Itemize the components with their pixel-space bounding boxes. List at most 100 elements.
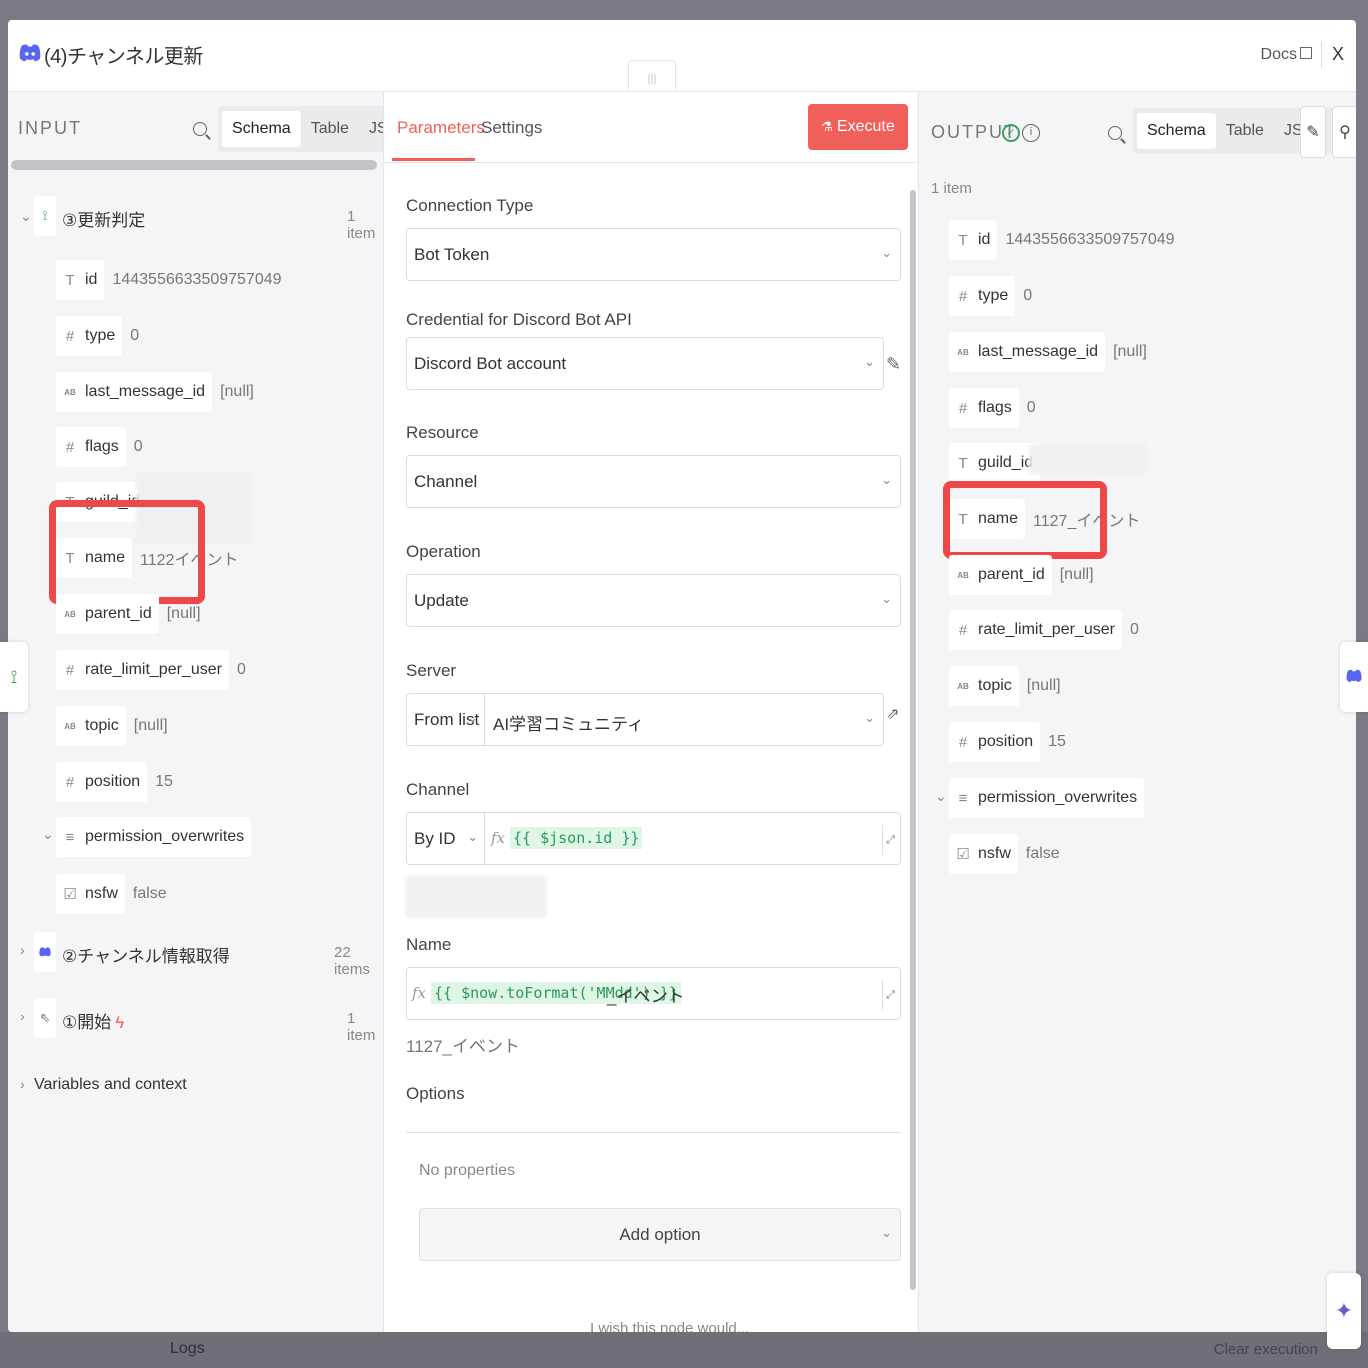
number-type-icon: # <box>65 773 75 791</box>
node-title-1[interactable]: ①開始 ϟ <box>62 1008 124 1033</box>
add-option-button[interactable]: Add option ⌄ <box>419 1208 901 1261</box>
field-pill[interactable]: # flags <box>56 427 126 467</box>
info-icon[interactable]: i <box>1022 124 1040 142</box>
field-pill[interactable]: # position <box>56 762 148 802</box>
field-pill[interactable]: # rate_limit_per_user <box>949 610 1122 650</box>
field-value: 0 <box>133 438 143 455</box>
field-key: guild_id <box>978 454 1034 471</box>
success-check-icon: ✓ <box>1002 124 1020 142</box>
operation-value: Update <box>414 591 469 610</box>
credential-value: Discord Bot account <box>414 354 567 373</box>
search-icon[interactable] <box>1108 126 1122 140</box>
chevron-down-icon[interactable]: ⌄ <box>935 788 947 805</box>
ai-assistant-button[interactable]: ✦ <box>1327 1273 1361 1349</box>
expand-icon[interactable]: ⤢ <box>882 980 898 1010</box>
field-pill[interactable]: AB parent_id <box>56 594 159 634</box>
field-key: last_message_id <box>85 383 206 400</box>
options-divider <box>406 1132 901 1133</box>
execute-step-label: Execute step <box>836 118 895 181</box>
server-mode-select[interactable]: From list ⌄ <box>407 694 485 745</box>
field-key: permission_overwrites <box>978 789 1138 806</box>
channel-mode-select[interactable]: By ID ⌄ <box>407 813 485 864</box>
field-pill[interactable]: AB last_message_id <box>56 372 213 412</box>
operation-select[interactable]: Update ⌄ <box>406 574 901 627</box>
field-value: [null] <box>1113 343 1147 360</box>
chevron-down-icon[interactable]: ⌄ <box>42 826 54 843</box>
schema-row: ≡ permission_overwrites <box>56 817 252 857</box>
field-pill[interactable]: # type <box>56 316 123 356</box>
chevron-right-icon[interactable]: › <box>20 1008 25 1024</box>
field-pill[interactable]: AB topic <box>56 706 126 746</box>
field-pill[interactable]: # flags <box>949 388 1019 428</box>
chevron-right-icon[interactable]: › <box>20 942 25 958</box>
field-value: 1443556633509757049 <box>112 271 282 288</box>
tab-parameters[interactable]: Parameters <box>397 118 485 138</box>
field-pill[interactable]: ☑ nsfw <box>949 834 1018 874</box>
field-pill[interactable]: # type <box>949 276 1016 316</box>
field-pill[interactable]: ☑ nsfw <box>56 874 125 914</box>
input-view-schema[interactable]: Schema <box>222 111 301 147</box>
node-title-2[interactable]: ②チャンネル情報取得 <box>62 942 230 967</box>
edit-output-button[interactable]: ✎ <box>1300 106 1326 158</box>
resource-label: Resource <box>406 423 479 442</box>
number-type-icon: # <box>65 438 75 456</box>
schema-row: # position 15 <box>56 762 173 802</box>
field-pill[interactable]: Tguild_id <box>949 443 1041 483</box>
operation-label: Operation <box>406 542 481 561</box>
field-key: topic <box>85 717 119 734</box>
output-view-schema[interactable]: Schema <box>1137 113 1216 149</box>
edit-credential-icon[interactable]: ✎ <box>886 354 901 375</box>
credential-select[interactable]: Discord Bot account ⌄ <box>406 337 884 390</box>
next-node-tab[interactable] <box>1340 642 1368 712</box>
docs-link[interactable]: Docs <box>1261 46 1312 64</box>
field-pill[interactable]: AB last_message_id <box>949 332 1106 372</box>
field-pill[interactable]: AB topic <box>949 666 1019 706</box>
field-pill[interactable]: Tid <box>56 260 105 300</box>
search-icon[interactable] <box>193 122 207 136</box>
number-type-icon: # <box>958 287 968 305</box>
field-pill[interactable]: # rate_limit_per_user <box>56 650 229 690</box>
node-title-3[interactable]: ③更新判定 <box>62 206 145 231</box>
name-result-preview: 1127_イベント <box>406 1037 521 1056</box>
output-view-table[interactable]: Table <box>1216 113 1274 149</box>
field-value: [null] <box>1059 566 1094 583</box>
open-external-icon[interactable]: ⇗ <box>886 704 899 724</box>
horizontal-scrollbar[interactable] <box>11 160 377 170</box>
field-key: rate_limit_per_user <box>85 661 222 678</box>
array-type-icon: ≡ <box>65 828 75 846</box>
channel-field: By ID ⌄ fx {{ $json.id }} ⤢ <box>406 812 901 865</box>
input-view-table[interactable]: Table <box>301 111 359 147</box>
mixed-type-icon: AB <box>957 570 969 580</box>
channel-label: Channel <box>406 780 470 799</box>
name-field[interactable]: fx {{ $now.toFormat('MMdd') }} _イベント ⤢ <box>406 967 901 1020</box>
input-label: INPUT <box>18 118 82 138</box>
schema-row: # type 0 <box>56 316 139 356</box>
resource-select[interactable]: Channel ⌄ <box>406 455 901 508</box>
field-pill[interactable]: AB parent_id <box>949 555 1052 595</box>
field-pill[interactable]: ≡ permission_overwrites <box>56 817 252 857</box>
chevron-right-icon[interactable]: › <box>20 1076 25 1092</box>
connection-type-select[interactable]: Bot Token ⌄ <box>406 228 901 281</box>
close-button[interactable]: X <box>1332 44 1344 65</box>
field-key: flags <box>978 399 1012 416</box>
clear-execution-button[interactable]: Clear execution <box>1214 1341 1318 1358</box>
chevron-down-icon[interactable]: ⌄ <box>20 208 32 225</box>
previous-node-tab[interactable]: ⟟ <box>0 642 28 712</box>
channel-expression[interactable]: {{ $json.id }} <box>510 827 643 849</box>
drag-handle[interactable]: ||| <box>628 60 676 94</box>
number-type-icon: # <box>65 327 75 345</box>
server-value[interactable]: AI学習コミュニティ <box>493 710 644 735</box>
vertical-scrollbar[interactable] <box>910 190 916 1290</box>
logs-tab[interactable]: Logs <box>170 1340 205 1358</box>
execute-step-button[interactable]: ⚗ Execute step <box>808 104 908 181</box>
discord-icon <box>1346 669 1362 682</box>
expand-icon[interactable]: ⤢ <box>882 825 898 855</box>
field-pill[interactable]: Tid <box>949 220 998 260</box>
pin-data-button[interactable]: ⚲ <box>1332 106 1356 158</box>
field-pill[interactable]: # position <box>949 722 1041 762</box>
field-pill[interactable]: ≡ permission_overwrites <box>949 778 1145 818</box>
variables-context[interactable]: Variables and context <box>34 1076 187 1094</box>
boolean-type-icon: ☑ <box>956 846 970 863</box>
tab-settings[interactable]: Settings <box>481 118 542 138</box>
feedback-link[interactable]: I wish this node would... <box>590 1320 749 1332</box>
